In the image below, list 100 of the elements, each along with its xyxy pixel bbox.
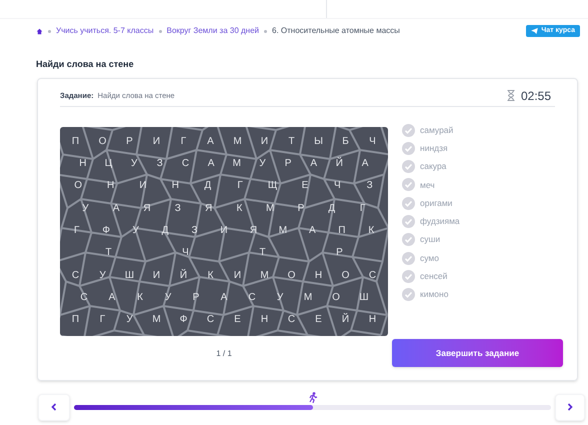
- wall-letter[interactable]: Е: [298, 180, 311, 192]
- wall-letter[interactable]: М: [258, 270, 270, 282]
- wall-letter[interactable]: Р: [282, 158, 294, 170]
- wall-letter[interactable]: С: [70, 270, 82, 282]
- wall-letter[interactable]: И: [136, 180, 149, 192]
- home-icon[interactable]: [36, 28, 43, 34]
- wall-letter[interactable]: И: [150, 136, 162, 148]
- wall-letter[interactable]: К: [134, 292, 146, 304]
- breadcrumb-link[interactable]: Вокруг Земли за 30 дней: [166, 25, 259, 37]
- wall-letter[interactable]: З: [364, 180, 376, 192]
- wall-letter[interactable]: О: [330, 292, 342, 304]
- wall-letter[interactable]: Т: [256, 247, 268, 260]
- word-item: ниндзя: [420, 142, 448, 155]
- wall-letter[interactable]: Н: [76, 158, 89, 170]
- previous-button[interactable]: [38, 394, 70, 420]
- wall-letter[interactable]: Т: [102, 247, 114, 260]
- wall-letter[interactable]: У: [79, 202, 92, 215]
- wall-letter[interactable]: И: [218, 224, 230, 237]
- wall-letter[interactable]: А: [204, 136, 216, 148]
- wall-letter[interactable]: И: [150, 270, 162, 282]
- wall-letter[interactable]: У: [256, 158, 268, 170]
- wall-letter[interactable]: Ч: [366, 136, 378, 148]
- wall-letter[interactable]: М: [232, 136, 244, 148]
- wall-letter[interactable]: О: [96, 136, 108, 148]
- wall-letter[interactable]: С: [78, 292, 90, 304]
- wall-letter[interactable]: Ы: [312, 136, 324, 148]
- wall-letter[interactable]: Ч: [331, 180, 344, 192]
- wall-letter[interactable]: Г: [70, 224, 83, 237]
- next-button[interactable]: [555, 394, 585, 420]
- wall-letter[interactable]: З: [172, 202, 184, 215]
- wall-letter[interactable]: Б: [340, 136, 352, 148]
- wall-letter[interactable]: М: [150, 314, 162, 326]
- wall-letter[interactable]: Я: [202, 202, 215, 215]
- wall-letter[interactable]: А: [308, 158, 320, 170]
- wall-letter[interactable]: Е: [232, 314, 244, 326]
- wall-letter[interactable]: Р: [294, 202, 307, 215]
- wall-letter[interactable]: Г: [356, 202, 369, 215]
- wall-letter[interactable]: Ш: [358, 292, 370, 304]
- word-item: кимоно: [420, 288, 448, 302]
- wall-letter[interactable]: И: [258, 136, 270, 148]
- wall-letter[interactable]: И: [232, 270, 244, 282]
- wall-letter[interactable]: Д: [326, 202, 338, 215]
- wall-letter[interactable]: М: [230, 158, 243, 170]
- wall-letter[interactable]: З: [154, 158, 166, 170]
- wall-letter[interactable]: Н: [366, 314, 378, 326]
- wall-letter[interactable]: П: [70, 314, 82, 326]
- wall-letter[interactable]: А: [106, 292, 118, 304]
- wall-letter[interactable]: М: [264, 202, 276, 215]
- finish-button[interactable]: Завершить задание: [392, 339, 563, 368]
- wall-letter[interactable]: Е: [312, 314, 324, 326]
- wall-letter[interactable]: А: [359, 158, 372, 170]
- wall-letter[interactable]: Ш: [124, 270, 136, 282]
- wall-letter[interactable]: А: [218, 292, 230, 304]
- wall-letter[interactable]: О: [286, 270, 298, 282]
- wall-letter[interactable]: М: [276, 224, 289, 237]
- wall-letter[interactable]: П: [336, 224, 348, 237]
- wall-letter[interactable]: Г: [234, 180, 246, 192]
- wall-letter[interactable]: Н: [258, 314, 270, 326]
- wall-letter[interactable]: С: [286, 314, 298, 326]
- wall-letter[interactable]: Г: [178, 136, 190, 148]
- wall-letter[interactable]: Й: [340, 314, 352, 326]
- wall-letter[interactable]: Й: [178, 270, 190, 282]
- wall-letter[interactable]: А: [205, 158, 218, 170]
- wall-letter[interactable]: З: [188, 224, 201, 237]
- wall-letter[interactable]: К: [204, 270, 216, 282]
- wall-letter[interactable]: У: [96, 270, 108, 282]
- wall-letter[interactable]: У: [162, 292, 174, 304]
- wall-letter[interactable]: Ц: [102, 158, 114, 170]
- wall-letter[interactable]: Д: [159, 224, 172, 237]
- wall-letter[interactable]: Р: [190, 292, 202, 304]
- wall-letter[interactable]: Й: [333, 158, 346, 170]
- wall-letter[interactable]: С: [204, 314, 216, 326]
- wall-letter[interactable]: У: [128, 158, 140, 170]
- wall-letter[interactable]: О: [72, 180, 84, 192]
- wall-letter[interactable]: Ф: [178, 314, 190, 326]
- wall-letter[interactable]: А: [110, 202, 122, 215]
- wall-letter[interactable]: Р: [124, 136, 136, 148]
- breadcrumb-link[interactable]: Учись учиться. 5-7 классы: [56, 25, 154, 37]
- wall-letter[interactable]: Г: [96, 314, 108, 326]
- wall-letter[interactable]: Н: [104, 180, 117, 192]
- wall-letter[interactable]: Р: [334, 247, 346, 260]
- wall-letter[interactable]: С: [246, 292, 258, 304]
- wall-letter[interactable]: С: [179, 158, 192, 170]
- wall-letter[interactable]: С: [366, 270, 378, 282]
- wall-letter[interactable]: Н: [312, 270, 324, 282]
- wall-letter[interactable]: Я: [140, 202, 153, 215]
- wall-letter[interactable]: Н: [169, 180, 182, 192]
- wall-letter[interactable]: Д: [202, 180, 214, 192]
- wall-letter[interactable]: П: [70, 136, 82, 148]
- wall-letter[interactable]: Т: [286, 136, 298, 148]
- wall-letter[interactable]: М: [302, 292, 314, 304]
- wall-letter[interactable]: К: [365, 224, 378, 237]
- wall-letter[interactable]: О: [340, 270, 352, 282]
- wall-letter[interactable]: Я: [247, 224, 260, 237]
- wall-letter[interactable]: У: [124, 314, 136, 326]
- wall-letter[interactable]: Ф: [100, 224, 112, 237]
- wall-letter[interactable]: К: [233, 202, 246, 215]
- wall-letter[interactable]: Щ: [266, 180, 279, 192]
- wall-letter[interactable]: Ч: [180, 247, 192, 260]
- wall-letter[interactable]: А: [306, 224, 318, 237]
